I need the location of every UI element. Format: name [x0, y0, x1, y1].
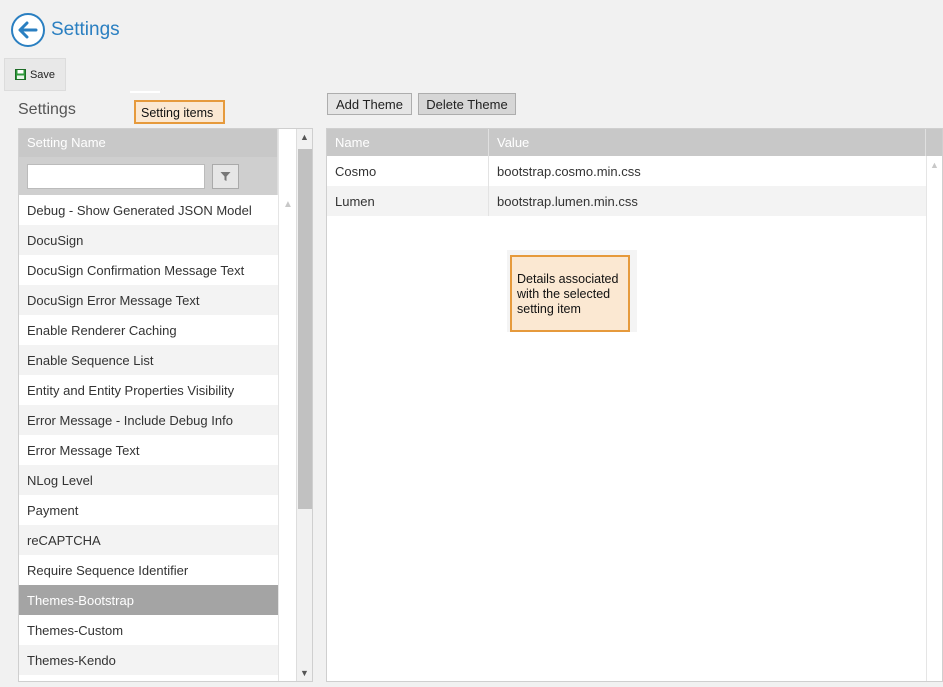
- chevron-up-icon[interactable]: ▲: [283, 199, 293, 210]
- details-grid: Name Value Cosmo bootstrap.cosmo.min.css…: [326, 128, 943, 682]
- panel-scrollbar[interactable]: ▲ ▼: [296, 129, 312, 681]
- list-item[interactable]: DocuSign Confirmation Message Text: [19, 255, 278, 285]
- filter-input[interactable]: [27, 164, 205, 189]
- filter-button[interactable]: [212, 164, 239, 189]
- scrollbar-thumb[interactable]: [298, 149, 312, 509]
- filter-row: [19, 157, 278, 195]
- setting-items-callout: Setting items: [134, 100, 225, 124]
- settings-section-title: Settings: [18, 101, 76, 118]
- list-item[interactable]: DocuSign: [19, 225, 278, 255]
- list-item[interactable]: Error Message Text: [19, 435, 278, 465]
- list-item[interactable]: reCAPTCHA: [19, 525, 278, 555]
- scroll-down-icon[interactable]: ▼: [300, 668, 309, 678]
- column-header-setting-name[interactable]: Setting Name: [19, 129, 278, 157]
- column-header-value[interactable]: Value: [489, 129, 926, 156]
- list-item[interactable]: Require Sequence Identifier: [19, 555, 278, 585]
- settings-list: Debug - Show Generated JSON Model DocuSi…: [19, 195, 278, 675]
- chevron-up-icon[interactable]: ▲: [930, 160, 939, 170]
- table-row[interactable]: Cosmo bootstrap.cosmo.min.css: [327, 156, 927, 186]
- arrow-left-icon: [18, 21, 38, 39]
- list-scrollbar[interactable]: ▲: [278, 129, 296, 681]
- cell-name: Lumen: [327, 186, 489, 216]
- list-item[interactable]: DocuSign Error Message Text: [19, 285, 278, 315]
- table-row[interactable]: Lumen bootstrap.lumen.min.css: [327, 186, 927, 216]
- list-item[interactable]: Themes-Kendo: [19, 645, 278, 675]
- list-item[interactable]: Themes-Custom: [19, 615, 278, 645]
- details-callout: Details associated with the selected set…: [510, 255, 630, 332]
- list-item[interactable]: Error Message - Include Debug Info: [19, 405, 278, 435]
- save-button[interactable]: Save: [4, 58, 66, 91]
- delete-theme-button[interactable]: Delete Theme: [418, 93, 516, 115]
- grid-header: Name Value: [327, 129, 942, 156]
- divider: [130, 91, 160, 93]
- cell-value: bootstrap.lumen.min.css: [497, 194, 638, 209]
- cell-name: Cosmo: [327, 156, 489, 186]
- scroll-up-icon[interactable]: ▲: [300, 132, 309, 142]
- list-item[interactable]: Enable Sequence List: [19, 345, 278, 375]
- cell-value: bootstrap.cosmo.min.css: [497, 164, 641, 179]
- funnel-icon: [220, 172, 231, 181]
- list-item-selected[interactable]: Themes-Bootstrap: [19, 585, 278, 615]
- back-button[interactable]: [11, 13, 45, 47]
- page-title: Settings: [51, 19, 120, 40]
- list-item[interactable]: Debug - Show Generated JSON Model: [19, 195, 278, 225]
- floppy-disk-icon: [14, 69, 26, 80]
- add-theme-button[interactable]: Add Theme: [327, 93, 412, 115]
- column-header-name[interactable]: Name: [327, 129, 489, 156]
- save-label: Save: [29, 68, 56, 81]
- list-item[interactable]: Enable Renderer Caching: [19, 315, 278, 345]
- list-item[interactable]: NLog Level: [19, 465, 278, 495]
- settings-list-panel: Setting Name Debug - Show Generated JSON…: [18, 128, 313, 682]
- grid-scrollbar[interactable]: ▲: [926, 156, 942, 681]
- list-item[interactable]: Entity and Entity Properties Visibility: [19, 375, 278, 405]
- list-item[interactable]: Payment: [19, 495, 278, 525]
